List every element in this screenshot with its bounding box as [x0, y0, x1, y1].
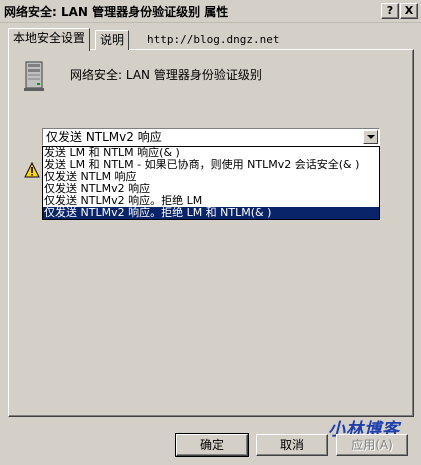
dropdown-option[interactable]: 发送 LM 和 NTLM 响应(& ) [43, 147, 379, 159]
url-label: http://blog.dngz.net [147, 33, 280, 46]
cancel-button[interactable]: 取消 [256, 434, 328, 456]
dropdown-option-list[interactable]: 发送 LM 和 NTLM 响应(& ) 发送 LM 和 NTLM - 如果已协商… [42, 146, 380, 220]
tab-explain[interactable]: 说明 [95, 30, 130, 50]
policy-title: 网络安全: LAN 管理器身份验证级别 [70, 68, 262, 82]
dropdown-option[interactable]: 发送 LM 和 NTLM - 如果已协商，则使用 NTLMv2 会话安全(& ) [43, 159, 379, 171]
title-bar: 网络安全: LAN 管理器身份验证级别 属性 ? X [0, 0, 421, 23]
chevron-down-icon[interactable] [363, 130, 378, 144]
apply-button[interactable]: 应用(A) [336, 434, 408, 456]
help-button[interactable]: ? [381, 3, 399, 19]
property-page [8, 49, 414, 417]
window-title: 网络安全: LAN 管理器身份验证级别 属性 [4, 5, 229, 19]
dropdown-option[interactable]: 仅发送 NTLM 响应 [43, 171, 379, 183]
dropdown-option[interactable]: 仅发送 NTLMv2 响应。拒绝 LM [43, 195, 379, 207]
dropdown-option[interactable]: 仅发送 NTLMv2 响应 [43, 183, 379, 195]
dropdown-option-highlighted[interactable]: 仅发送 NTLMv2 响应。拒绝 LM 和 NTLM(& ) [43, 207, 379, 219]
auth-level-dropdown[interactable]: 仅发送 NTLMv2 响应 [42, 128, 380, 146]
dropdown-selected-value: 仅发送 NTLMv2 响应 [46, 130, 162, 145]
server-computer-icon [24, 61, 44, 91]
close-button[interactable]: X [400, 3, 418, 19]
tab-local-security-setting[interactable]: 本地安全设置 [8, 28, 91, 51]
ok-button[interactable]: 确定 [175, 433, 249, 457]
warning-icon [24, 162, 40, 178]
